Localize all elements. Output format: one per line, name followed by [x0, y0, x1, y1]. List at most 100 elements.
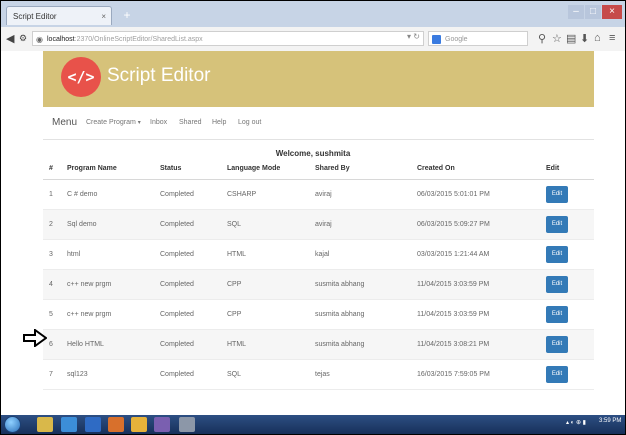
bookmarks-menu-icon[interactable]: ▤ [566, 32, 576, 45]
language-mode: CPP [227, 281, 242, 288]
row-number: 2 [49, 221, 53, 228]
created-on: 03/03/2015 1:21:44 AM [417, 251, 490, 258]
language-mode: SQL [227, 371, 242, 378]
menu-item-shared[interactable]: Shared [179, 111, 202, 135]
menu-item-help[interactable]: Help [212, 111, 226, 135]
table-row: 4 c++ new prgm Completed CPP susmita abh… [43, 270, 594, 300]
internet-explorer-icon[interactable] [61, 417, 77, 432]
shared-by: aviraj [315, 191, 332, 198]
file-explorer-icon[interactable] [37, 417, 53, 432]
globe-icon: ◉ [36, 35, 43, 44]
app-header: </> Script Editor [43, 51, 594, 107]
top-menu: Menu Create Program ▾ Inbox Shared Help L… [43, 111, 594, 140]
status: Completed [160, 311, 194, 318]
table-row: 1 C # demo Completed CSHARP aviraj 06/03… [43, 180, 594, 210]
google-icon [432, 35, 441, 44]
menu-item-logout[interactable]: Log out [238, 111, 261, 135]
status: Completed [160, 251, 194, 258]
table-row: 3 html Completed HTML kajal 03/03/2015 1… [43, 240, 594, 270]
firefox-icon[interactable] [108, 417, 124, 432]
created-on: 06/03/2015 5:01:01 PM [417, 191, 490, 198]
code-logo-icon[interactable]: </> [61, 57, 101, 97]
minimize-icon[interactable]: – [568, 5, 584, 19]
language-mode: SQL [227, 221, 242, 228]
status: Completed [160, 191, 194, 198]
shared-by: susmita abhang [315, 311, 365, 318]
url-path: :2370/OnlineScriptEditor/SharedList.aspx [74, 36, 203, 43]
program-name: c++ new prgm [67, 311, 112, 318]
search-icon[interactable]: ⚲ [538, 32, 546, 45]
url-host: localhost [47, 36, 75, 43]
created-on: 11/04/2015 3:03:59 PM [417, 311, 490, 318]
app-title[interactable]: Script Editor [107, 65, 210, 87]
url-bar[interactable]: ◉ localhost:2370/OnlineScriptEditor/Shar… [32, 31, 424, 46]
status: Completed [160, 221, 194, 228]
download-icon[interactable]: ⬇ [580, 32, 589, 45]
menu-brand[interactable]: Menu [52, 111, 77, 135]
new-tab-button[interactable]: + [119, 8, 135, 22]
created-on: 11/04/2015 3:03:59 PM [417, 281, 490, 288]
table-row: 2 Sql demo Completed SQL aviraj 06/03/20… [43, 210, 594, 240]
table-row: 5 c++ new prgm Completed CPP susmita abh… [43, 300, 594, 330]
chevron-down-icon: ▾ [137, 120, 141, 126]
identity-icon[interactable]: ⚙ [19, 33, 27, 44]
edit-button[interactable]: Edit [546, 246, 568, 263]
status: Completed [160, 371, 194, 378]
column-header-created-on: Created On [417, 165, 455, 172]
home-icon[interactable]: ⌂ [594, 32, 601, 44]
row-number: 7 [49, 371, 53, 378]
edit-button[interactable]: Edit [546, 186, 568, 203]
bookmark-star-icon[interactable]: ☆ [552, 32, 562, 45]
welcome-message: Welcome, sushmita [275, 149, 351, 158]
column-header-number: # [49, 165, 53, 172]
system-tray-icons[interactable]: ▴ ◐ ⊕ ▮ [566, 419, 586, 426]
page-content: </> Script Editor Menu Create Program ▾ I… [1, 51, 625, 415]
windows-taskbar: ▴ ◐ ⊕ ▮ 3:59 PM [1, 415, 625, 434]
shared-by: tejas [315, 371, 330, 378]
search-placeholder: Google [445, 36, 468, 43]
visual-studio-icon[interactable] [154, 417, 170, 432]
hamburger-menu-icon[interactable]: ≡ [609, 32, 615, 44]
browser-navigation-bar: ◀ ⚙ ◉ localhost:2370/OnlineScriptEditor/… [1, 27, 625, 52]
browser-tab-title: Script Editor [13, 12, 57, 21]
menu-item-create-program[interactable]: Create Program ▾ [86, 111, 141, 135]
created-on: 16/03/2015 7:59:05 PM [417, 371, 490, 378]
search-bar[interactable]: Google [428, 31, 528, 46]
pointer-arrow-icon [23, 329, 47, 347]
column-header-edit: Edit [546, 165, 560, 172]
media-player-icon[interactable] [85, 417, 101, 432]
close-tab-icon[interactable]: × [101, 7, 106, 26]
edit-button[interactable]: Edit [546, 306, 568, 323]
menu-item-inbox[interactable]: Inbox [150, 111, 167, 135]
program-name: sql123 [67, 371, 88, 378]
back-icon[interactable]: ◀ [6, 32, 14, 45]
maximize-icon[interactable]: □ [585, 5, 601, 19]
table-row: 6 Hello HTML Completed HTML susmita abha… [43, 330, 594, 360]
language-mode: HTML [227, 341, 247, 348]
start-button-icon[interactable] [4, 416, 21, 433]
chrome-icon[interactable] [131, 417, 147, 432]
taskbar-clock[interactable]: 3:59 PM [599, 418, 621, 424]
browser-tab[interactable]: Script Editor × [6, 6, 112, 25]
edit-button[interactable]: Edit [546, 336, 568, 353]
edit-button[interactable]: Edit [546, 366, 568, 383]
edit-button[interactable]: Edit [546, 216, 568, 233]
program-name: html [67, 251, 81, 258]
app-icon[interactable] [179, 417, 195, 432]
close-window-icon[interactable]: × [602, 5, 622, 19]
edit-button[interactable]: Edit [546, 276, 568, 293]
created-on: 11/04/2015 3:08:21 PM [417, 341, 490, 348]
reload-icon[interactable]: ▾ ↻ [407, 32, 420, 41]
program-name: C # demo [67, 191, 98, 198]
row-number: 5 [49, 311, 53, 318]
row-number: 3 [49, 251, 53, 258]
shared-by: susmita abhang [315, 341, 365, 348]
column-header-program-name: Program Name [67, 165, 117, 172]
shared-by: kajal [315, 251, 330, 258]
shared-by: aviraj [315, 221, 332, 228]
row-number: 6 [49, 341, 53, 348]
column-header-shared-by: Shared By [315, 165, 350, 172]
language-mode: CPP [227, 311, 242, 318]
column-header-status: Status [160, 165, 182, 172]
shared-by: susmita abhang [315, 281, 365, 288]
